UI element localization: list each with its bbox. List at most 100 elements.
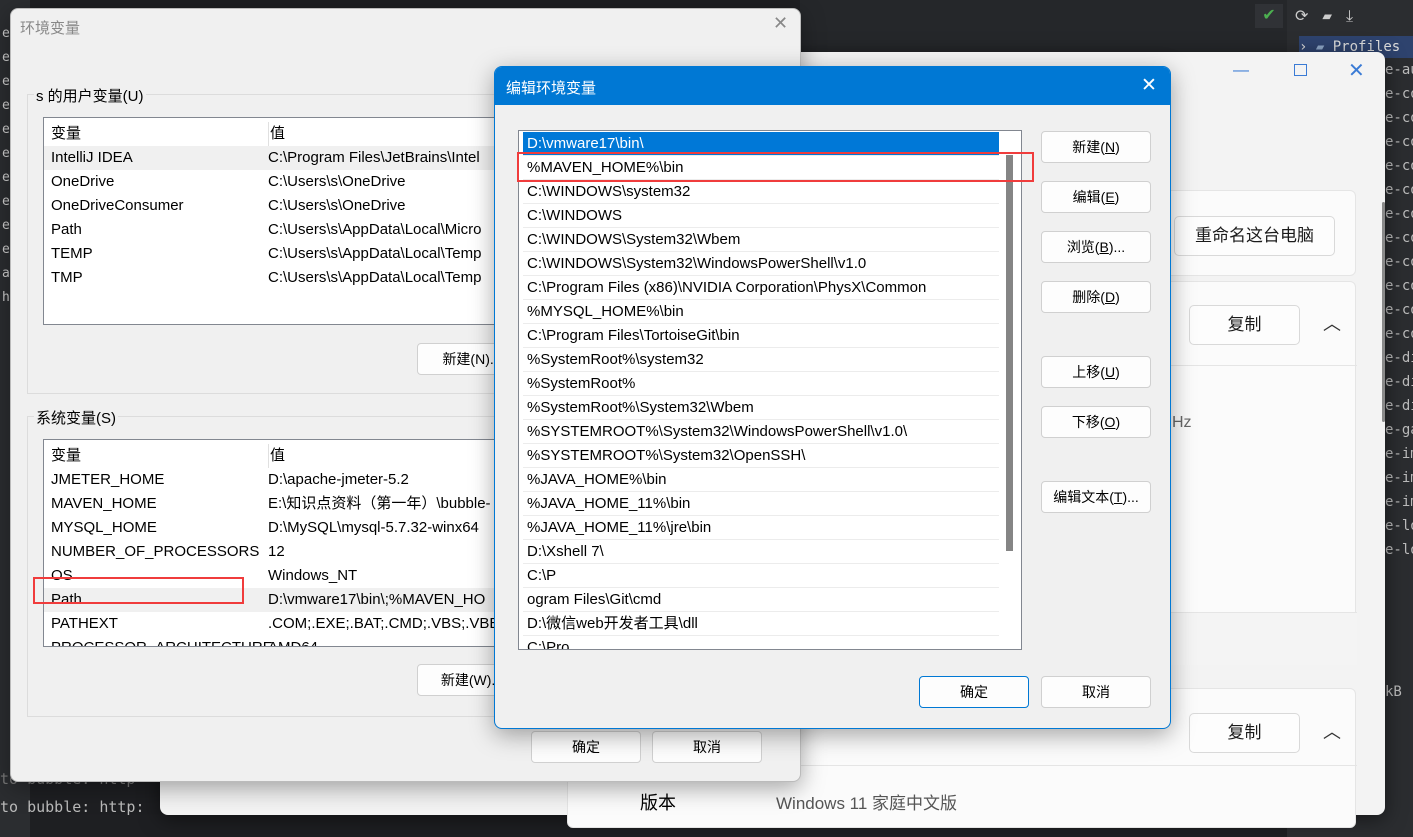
button-label-tail: ): [1115, 139, 1120, 155]
column-header-value[interactable]: 值: [268, 444, 285, 468]
ok-button[interactable]: 确定: [531, 731, 641, 763]
cancel-button[interactable]: 取消: [652, 731, 762, 763]
tree-item[interactable]: e-ga: [1385, 418, 1413, 442]
tree-item[interactable]: e-co: [1385, 106, 1413, 130]
list-item[interactable]: %SystemRoot%\system32: [523, 348, 999, 372]
column-header-value[interactable]: 值: [268, 122, 285, 146]
button-label-tail: )...: [1122, 489, 1139, 505]
list-item[interactable]: D:\微信web开发者工具\dll: [523, 612, 999, 636]
edit-action-button[interactable]: 下移(O): [1041, 406, 1151, 438]
close-icon[interactable]: ✕: [1141, 74, 1157, 97]
list-item[interactable]: D:\Xshell 7\: [523, 540, 999, 564]
tree-item[interactable]: e-di: [1385, 394, 1413, 418]
button-accelerator: O: [1104, 414, 1116, 430]
scrollbar-thumb[interactable]: [1006, 155, 1013, 551]
group-label: 系统变量(S): [34, 407, 118, 428]
tree-item[interactable]: e-au: [1385, 58, 1413, 82]
gutter-glyph: e: [2, 26, 10, 41]
tree-item[interactable]: e-im: [1385, 442, 1413, 466]
tree-item[interactable]: e-co: [1385, 82, 1413, 106]
button-label-tail: ): [1115, 414, 1121, 430]
button-label-tail: ): [1114, 189, 1120, 205]
list-item[interactable]: C:\Program Files\TortoiseGit\bin: [523, 324, 999, 348]
chevron-up-icon[interactable]: ︿: [1323, 310, 1341, 336]
check-icon[interactable]: ✔: [1255, 4, 1283, 28]
tree-item[interactable]: e-co: [1385, 130, 1413, 154]
dialog-title: 环境变量: [20, 20, 81, 37]
variable-name: Path: [51, 221, 82, 238]
button-accelerator: B: [1099, 239, 1109, 255]
variable-name: MAVEN_HOME: [51, 495, 157, 512]
variable-name: JMETER_HOME: [51, 471, 165, 488]
dialog-title: 编辑环境变量: [506, 80, 597, 97]
list-item[interactable]: %SYSTEMROOT%\System32\WindowsPowerShell\…: [523, 420, 999, 444]
list-item[interactable]: %SYSTEMROOT%\System32\OpenSSH\: [523, 444, 999, 468]
size-label: kB: [1385, 684, 1402, 700]
list-item[interactable]: C:\Program Files (x86)\NVIDIA Corporatio…: [523, 276, 999, 300]
tree-item[interactable]: e-co: [1385, 298, 1413, 322]
edit-action-button[interactable]: 上移(U): [1041, 356, 1151, 388]
variable-value: .COM;.EXE;.BAT;.CMD;.VBS;.VBE: [268, 615, 500, 632]
list-item[interactable]: %JAVA_HOME_11%\bin: [523, 492, 999, 516]
maximize-icon[interactable]: [1294, 64, 1307, 76]
chevron-up-icon[interactable]: ︿: [1323, 718, 1341, 744]
tree-item[interactable]: e-di: [1385, 370, 1413, 394]
variable-value: D:\apache-jmeter-5.2: [268, 471, 409, 488]
list-item[interactable]: C:\WINDOWS\System32\WindowsPowerShell\v1…: [523, 252, 999, 276]
copy-button[interactable]: 复制: [1189, 713, 1300, 753]
close-icon[interactable]: ✕: [773, 13, 788, 34]
button-label-tail: ): [1115, 289, 1120, 305]
list-item[interactable]: %MYSQL_HOME%\bin: [523, 300, 999, 324]
button-label-tail: )...: [1108, 239, 1126, 255]
tree-item[interactable]: e-co: [1385, 178, 1413, 202]
tree-item[interactable]: e-lo: [1385, 514, 1413, 538]
close-icon[interactable]: ✕: [1348, 58, 1365, 83]
tree-item[interactable]: e-co: [1385, 274, 1413, 298]
tree-item[interactable]: e-im: [1385, 466, 1413, 490]
button-label: 浏览(: [1066, 239, 1100, 255]
copy-button[interactable]: 复制: [1189, 305, 1300, 345]
version-label: 版本: [640, 793, 676, 813]
button-accelerator: U: [1104, 364, 1116, 380]
edit-action-button[interactable]: 浏览(B)...: [1041, 231, 1151, 263]
tree-item[interactable]: e-co: [1385, 202, 1413, 226]
list-item[interactable]: C:\WINDOWS: [523, 204, 999, 228]
list-item[interactable]: %JAVA_HOME%\bin: [523, 468, 999, 492]
scrollbar[interactable]: [1382, 202, 1385, 422]
list-item[interactable]: C:\WINDOWS\system32: [523, 180, 999, 204]
toolbar-icons[interactable]: ⟳▰⤓: [1295, 6, 1367, 26]
ok-button[interactable]: 确定: [919, 676, 1029, 708]
button-label: 删除(: [1072, 289, 1105, 305]
gutter-glyph: e: [2, 98, 10, 113]
variable-name: IntelliJ IDEA: [51, 149, 133, 166]
list-item[interactable]: %JAVA_HOME_11%\jre\bin: [523, 516, 999, 540]
path-entries-list[interactable]: D:\vmware17\bin\ %MAVEN_HOME%\bin C:\WINDO…: [518, 130, 1022, 650]
tree-item[interactable]: e-co: [1385, 250, 1413, 274]
tree-item[interactable]: e-di: [1385, 346, 1413, 370]
column-header-variable[interactable]: 变量: [51, 122, 81, 146]
variable-name: MYSQL_HOME: [51, 519, 157, 536]
rename-pc-button[interactable]: 重命名这台电脑: [1174, 216, 1335, 256]
list-item[interactable]: C:\Pro: [523, 636, 999, 649]
list-item[interactable]: %SystemRoot%\System32\Wbem: [523, 396, 999, 420]
edit-action-button[interactable]: 编辑(E): [1041, 181, 1151, 213]
edit-action-button[interactable]: 新建(N): [1041, 131, 1151, 163]
minimize-icon[interactable]: —: [1233, 62, 1249, 80]
variable-name: OneDrive: [51, 173, 115, 190]
column-header-variable[interactable]: 变量: [51, 444, 81, 468]
gutter-glyph: e: [2, 218, 10, 233]
list-item[interactable]: ogram Files\Git\cmd: [523, 588, 999, 612]
tree-item[interactable]: e-co: [1385, 226, 1413, 250]
list-item[interactable]: C:\WINDOWS\System32\Wbem: [523, 228, 999, 252]
edit-action-button[interactable]: 删除(D): [1041, 281, 1151, 313]
tree-item[interactable]: e-co: [1385, 154, 1413, 178]
tree-item[interactable]: e-co: [1385, 322, 1413, 346]
tree-item[interactable]: e-lo: [1385, 538, 1413, 562]
ide-toolbar: ✔: [800, 0, 1287, 52]
list-item[interactable]: C:\P: [523, 564, 999, 588]
list-item[interactable]: %SystemRoot%: [523, 372, 999, 396]
variable-value: Windows_NT: [268, 567, 358, 584]
cancel-button[interactable]: 取消: [1041, 676, 1151, 708]
tree-item[interactable]: e-im: [1385, 490, 1413, 514]
edit-action-button[interactable]: 编辑文本(T)...: [1041, 481, 1151, 513]
